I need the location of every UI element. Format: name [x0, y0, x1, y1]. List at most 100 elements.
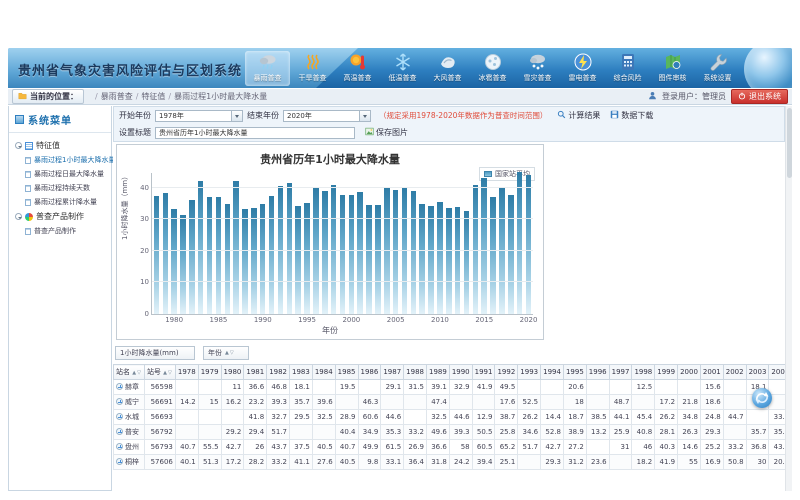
table-row-水城: 水城5669341.832.729.532.528.960.644.632.54…: [114, 410, 786, 425]
row-expander-icon[interactable]: [116, 428, 123, 435]
year-column-header: 2000: [678, 365, 701, 380]
tree-group-特征值[interactable]: 特征值: [11, 138, 109, 153]
value-cell: 31: [609, 440, 632, 455]
value-cell: 38.5: [586, 410, 609, 425]
chart-title-input[interactable]: [155, 127, 355, 139]
value-cell: 32.5: [312, 410, 335, 425]
value-cell: 46.8: [267, 380, 290, 395]
bar-slot: [444, 173, 453, 314]
save-image-button[interactable]: 保存图片: [365, 127, 408, 138]
breadcrumb-segment[interactable]: 暴雨普查: [101, 92, 133, 101]
table-row-普安: 普安5679229.229.451.740.434.935.333.249.63…: [114, 425, 786, 440]
value-cell: 30: [746, 455, 769, 470]
value-cell: 35.7: [290, 395, 313, 410]
year-field-box[interactable]: 年份 ▲▽: [203, 346, 249, 360]
value-cell: 25.9: [609, 425, 632, 440]
row-expander-icon[interactable]: [116, 458, 123, 465]
value-cell: 33.4: [769, 410, 785, 425]
nav-item-冰雹普查[interactable]: 冰雹普查: [470, 51, 515, 86]
value-cell: 36.6: [244, 380, 267, 395]
document-icon: [25, 185, 31, 192]
value-cell: 16.9: [700, 455, 723, 470]
rainstorm-icon: [258, 52, 278, 72]
wind-icon: [438, 52, 458, 72]
value-cell: [472, 395, 495, 410]
sidebar-item-label: 暴雨过程持续天数: [34, 183, 90, 193]
year-column-header: 1979: [198, 365, 221, 380]
image-icon: [365, 127, 374, 138]
nav-item-综合风险[interactable]: 综合风险: [605, 51, 650, 86]
sidebar-header: 系统菜单: [9, 106, 111, 133]
end-year-label: 结束年份: [247, 110, 279, 121]
value-cell: [586, 440, 609, 455]
nav-item-干旱普查[interactable]: 干旱普查: [290, 51, 335, 86]
value-cell: 35.3: [381, 425, 404, 440]
value-cell: 28.9: [335, 410, 358, 425]
measure-field-box[interactable]: 1小时降水量(mm): [115, 346, 195, 360]
tree-group-普查产品制作[interactable]: 普查产品制作: [11, 209, 109, 224]
value-cell: 26.2: [655, 410, 678, 425]
row-expander-icon[interactable]: [116, 443, 123, 450]
value-cell: 32.5: [426, 410, 449, 425]
nav-item-大风普查[interactable]: 大风普查: [425, 51, 470, 86]
nav-item-系统设置[interactable]: 系统设置: [695, 51, 740, 86]
value-cell: 29.3: [541, 455, 564, 470]
nav-item-高温普查[interactable]: 高温普查: [335, 51, 380, 86]
query-toolbar: 开始年份 1978年 结束年份 2020年 （规定采用1978-2020年数据作…: [113, 106, 785, 142]
floating-helper-button[interactable]: [752, 388, 772, 408]
nav-item-图件审核[interactable]: 图件审核: [650, 51, 695, 86]
y-tick-label: 40: [140, 184, 149, 192]
start-year-select[interactable]: 1978年: [155, 110, 243, 122]
sidebar-item-暴雨过程日最大降水量[interactable]: 暴雨过程日最大降水量: [11, 167, 109, 181]
breadcrumb-separator: /: [95, 92, 98, 101]
breadcrumb-segment[interactable]: 暴雨过程1小时最大降水量: [174, 92, 267, 101]
value-cell: 44.7: [723, 410, 746, 425]
tree-toggle-icon[interactable]: [15, 142, 22, 149]
station-name-header[interactable]: 站名 ▲▽: [114, 365, 145, 380]
nav-item-雪灾普查[interactable]: 雪灾普查: [515, 51, 560, 86]
scrollbar-thumb[interactable]: [787, 108, 792, 178]
x-tick-label: 1985: [210, 316, 228, 324]
value-cell: 21.8: [678, 395, 701, 410]
value-cell: 25.1: [495, 455, 518, 470]
vertical-scrollbar[interactable]: [785, 106, 792, 491]
value-cell: 50.5: [472, 425, 495, 440]
end-year-select[interactable]: 2020年: [283, 110, 371, 122]
gridline: [152, 187, 533, 188]
value-cell: 55.5: [198, 440, 221, 455]
value-cell: 29.2: [221, 425, 244, 440]
station-id-header[interactable]: 站号 ▲▽: [144, 365, 175, 380]
bar-slot: [418, 173, 427, 314]
logout-button[interactable]: 退出系统: [731, 89, 788, 104]
sidebar-item-暴雨过程持续天数[interactable]: 暴雨过程持续天数: [11, 181, 109, 195]
tree-toggle-icon[interactable]: [15, 213, 22, 220]
value-cell: 38.7: [495, 410, 518, 425]
bar-slot: [170, 173, 179, 314]
bar-slot: [409, 173, 418, 314]
x-tick-label: 2015: [475, 316, 493, 324]
bar-slot: [223, 173, 232, 314]
sidebar-item-暴雨过程1小时最大降水量[interactable]: 暴雨过程1小时最大降水量: [11, 153, 109, 167]
value-cell: 33.1: [381, 455, 404, 470]
document-icon: [25, 171, 31, 178]
station-id-cell: 56793: [144, 440, 175, 455]
row-expander-icon[interactable]: [116, 383, 123, 390]
bar-2000: [349, 195, 354, 314]
sidebar-item-暴雨过程累计降水量[interactable]: 暴雨过程累计降水量: [11, 195, 109, 209]
y-tick-label: 10: [140, 278, 149, 286]
row-expander-icon[interactable]: [116, 413, 123, 420]
sidebar: 系统菜单 特征值暴雨过程1小时最大降水量暴雨过程日最大降水量暴雨过程持续天数暴雨…: [8, 106, 112, 491]
nav-item-低温普查[interactable]: 低温普查: [380, 51, 425, 86]
sidebar-item-普查产品制作[interactable]: 普查产品制作: [11, 224, 109, 238]
download-button[interactable]: 数据下载: [610, 110, 653, 121]
bar-2019: [517, 172, 522, 314]
nav-item-label: 低温普查: [389, 73, 417, 83]
calculate-button[interactable]: 计算结果: [557, 110, 600, 121]
nav-item-雷电普查[interactable]: 雷电普查: [560, 51, 605, 86]
breadcrumb-segment[interactable]: 特征值: [141, 92, 165, 101]
bar-2002: [366, 205, 371, 314]
nav-item-暴雨普查[interactable]: 暴雨普查: [245, 51, 290, 86]
bar-2018: [508, 195, 513, 314]
risk-icon: [618, 52, 638, 72]
row-expander-icon[interactable]: [116, 398, 123, 405]
